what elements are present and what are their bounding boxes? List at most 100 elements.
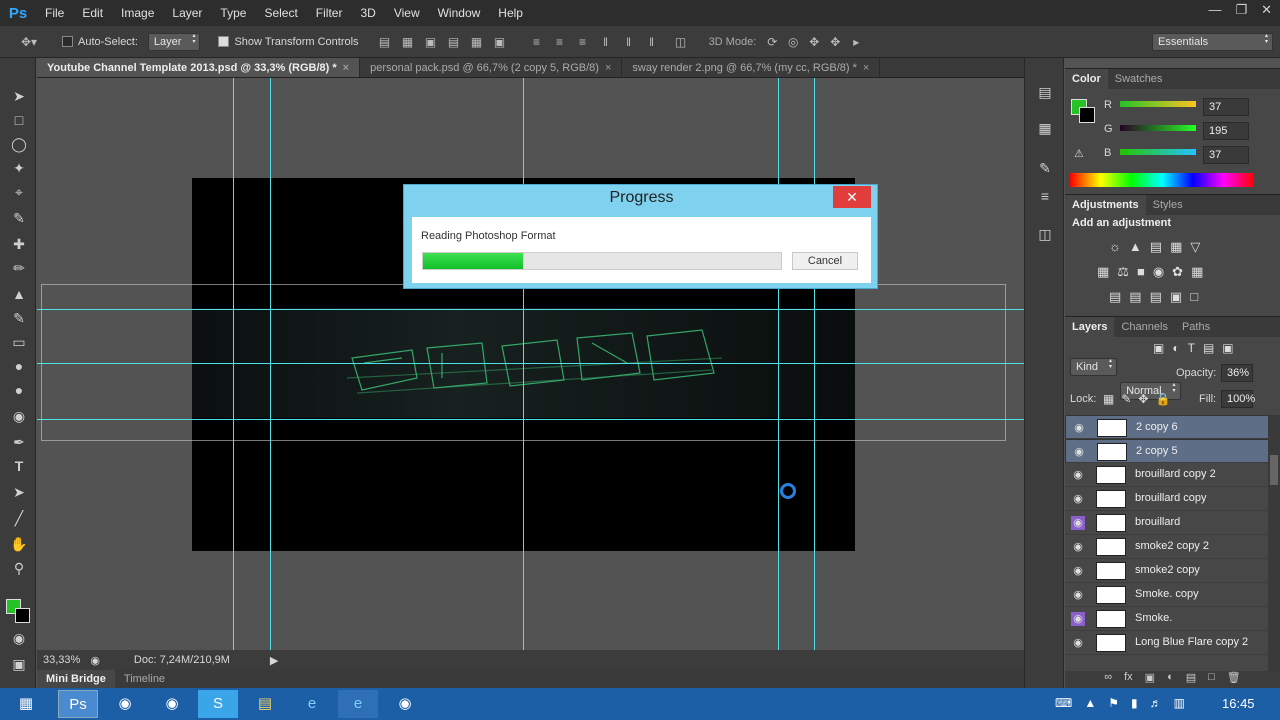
keyboard-icon[interactable]: ⌨ <box>1055 696 1072 710</box>
dodge-tool-icon[interactable]: ◉ <box>9 406 29 426</box>
filter-smart-object-icon[interactable]: ▣ <box>1222 341 1233 355</box>
layer-row[interactable]: ◉ 2 copy 5 <box>1065 439 1280 463</box>
filter-type-icon[interactable]: T <box>1188 341 1195 355</box>
distribute-top-icon[interactable]: ≡ <box>529 35 545 49</box>
type-tool-icon[interactable]: T <box>9 456 29 476</box>
3d-pan-icon[interactable]: ✥ <box>806 35 822 49</box>
close-icon[interactable]: × <box>863 62 869 74</box>
lock-position-icon[interactable]: ✥ <box>1138 392 1148 406</box>
menu-image[interactable]: Image <box>112 0 163 26</box>
layer-row[interactable]: ◉ Smoke. copy <box>1065 583 1280 607</box>
screen-mode-icon[interactable]: ▣ <box>9 654 29 674</box>
posterize-icon[interactable]: ▤ <box>1129 289 1141 305</box>
filter-shape-icon[interactable]: ▤ <box>1203 341 1214 355</box>
color-balance-icon[interactable]: ⚖ <box>1117 264 1129 280</box>
flag-icon[interactable]: ⚑ <box>1108 696 1119 710</box>
pen-tool-icon[interactable]: ✒ <box>9 432 29 452</box>
3d-slide-icon[interactable]: ✥ <box>827 35 843 49</box>
opacity-field[interactable]: 36% <box>1221 364 1253 382</box>
r-slider[interactable] <box>1120 101 1196 107</box>
network-icon[interactable]: ▥ <box>1174 696 1185 710</box>
delete-layer-icon[interactable]: 🗑 <box>1227 671 1241 688</box>
r-value-field[interactable]: 37 <box>1203 98 1249 116</box>
menu-window[interactable]: Window <box>429 0 490 26</box>
lock-pixels-icon[interactable]: ✎ <box>1121 392 1131 406</box>
link-layers-icon[interactable]: ∞ <box>1104 671 1112 688</box>
menu-help[interactable]: Help <box>489 0 532 26</box>
brush-tool-icon[interactable]: ✏ <box>9 258 29 278</box>
layer-row[interactable]: ◉ brouillard copy <box>1065 487 1280 511</box>
b-slider[interactable] <box>1120 149 1196 155</box>
hand-tool-icon[interactable]: ✋ <box>9 534 29 554</box>
b-value-field[interactable]: 37 <box>1203 146 1249 164</box>
history-brush-icon[interactable]: ✎ <box>9 308 29 328</box>
new-adjustment-icon[interactable]: ◐ <box>1167 671 1174 688</box>
tab-layers[interactable]: Layers <box>1065 317 1115 337</box>
eye-icon[interactable]: ◉ <box>1071 612 1085 626</box>
close-icon[interactable]: ✕ <box>1261 2 1272 18</box>
tray-arrow-icon[interactable]: ▲ <box>1084 696 1096 710</box>
menu-edit[interactable]: Edit <box>73 0 112 26</box>
minimize-icon[interactable]: — <box>1208 2 1221 18</box>
tab-swatches[interactable]: Swatches <box>1108 69 1170 89</box>
color-bg-swatch[interactable] <box>1079 107 1095 123</box>
menu-type[interactable]: Type <box>211 0 255 26</box>
taskbar-ie2-icon[interactable]: e <box>338 690 378 718</box>
history-icon[interactable]: ▤ <box>1035 82 1055 102</box>
distribute-vcenter-icon[interactable]: ≡ <box>552 35 568 49</box>
fill-field[interactable]: 100% <box>1221 390 1255 408</box>
tab-color[interactable]: Color <box>1065 69 1108 89</box>
gradient-map-icon[interactable]: ▣ <box>1170 289 1182 305</box>
align-top-icon[interactable]: ▤ <box>377 35 393 49</box>
menu-file[interactable]: File <box>36 0 73 26</box>
3d-panel-icon[interactable]: ◫ <box>1035 224 1055 244</box>
menu-filter[interactable]: Filter <box>307 0 352 26</box>
distribute-right-icon[interactable]: ‖ <box>644 35 660 49</box>
eye-icon[interactable]: ◉ <box>1072 421 1086 435</box>
zoom-level[interactable]: 33,33% <box>43 654 80 666</box>
cancel-button[interactable]: Cancel <box>792 252 858 270</box>
distribute-left-icon[interactable]: ‖ <box>598 35 614 49</box>
layer-row[interactable]: ◉ smoke2 copy 2 <box>1065 535 1280 559</box>
layer-row[interactable]: ◉ smoke2 copy <box>1065 559 1280 583</box>
align-bottom-icon[interactable]: ▣ <box>423 35 439 49</box>
move-tool-icon[interactable]: ➤ <box>9 86 29 106</box>
dialog-close-button[interactable]: ✕ <box>833 186 871 208</box>
3d-roll-icon[interactable]: ◎ <box>785 35 801 49</box>
restore-icon[interactable]: ❐ <box>1235 2 1247 18</box>
black-white-icon[interactable]: ■ <box>1137 264 1145 280</box>
layer-row[interactable]: ◉ Long Blue Flare copy 2 <box>1065 631 1280 655</box>
auto-select-dropdown[interactable]: Layer <box>147 32 201 51</box>
layer-kind-filter[interactable]: Kind <box>1070 358 1118 376</box>
zoom-tool-icon[interactable]: ⚲ <box>9 558 29 578</box>
tab-channels[interactable]: Channels <box>1114 317 1174 337</box>
tab-timeline[interactable]: Timeline <box>115 670 174 688</box>
channel-mixer-icon[interactable]: ✿ <box>1172 264 1183 280</box>
clone-stamp-icon[interactable]: ▲ <box>9 284 29 304</box>
eye-icon[interactable]: ◉ <box>1071 492 1085 506</box>
layer-row[interactable]: ◉ brouillard <box>1065 511 1280 535</box>
color-lookup-icon[interactable]: ▦ <box>1191 264 1203 280</box>
eye-icon[interactable]: ◉ <box>1071 564 1085 578</box>
eye-icon[interactable]: ◉ <box>1071 588 1085 602</box>
tab-adjustments[interactable]: Adjustments <box>1065 195 1146 215</box>
levels-icon[interactable]: ▲ <box>1129 239 1142 255</box>
volume-icon[interactable]: ♬ <box>1150 696 1162 710</box>
marquee-tool-icon[interactable]: □ <box>9 110 29 130</box>
g-slider[interactable] <box>1120 125 1196 131</box>
tab-personal-pack[interactable]: personal pack.psd @ 66,7% (2 copy 5, RGB… <box>360 58 623 77</box>
status-info-icon[interactable]: ◉ <box>90 654 100 667</box>
taskbar-skype-icon[interactable]: S <box>198 690 238 718</box>
distribute-hcenter-icon[interactable]: ‖ <box>621 35 637 49</box>
crop-tool-icon[interactable]: ⌖ <box>9 182 29 202</box>
layer-style-icon[interactable]: fx <box>1124 671 1133 688</box>
color-spectrum-bar[interactable] <box>1070 173 1254 187</box>
paint-bucket-icon[interactable]: ● <box>9 356 29 376</box>
3d-rotate-icon[interactable]: ⟳ <box>764 35 780 49</box>
brightness-contrast-icon[interactable]: ☼ <box>1109 239 1121 255</box>
lock-transparent-icon[interactable]: ▦ <box>1103 392 1114 406</box>
filter-adjustment-icon[interactable]: ◐ <box>1172 341 1179 355</box>
distribute-bottom-icon[interactable]: ≡ <box>575 35 591 49</box>
blur-tool-icon[interactable]: ● <box>9 380 29 400</box>
properties-icon[interactable]: ▦ <box>1035 118 1055 138</box>
